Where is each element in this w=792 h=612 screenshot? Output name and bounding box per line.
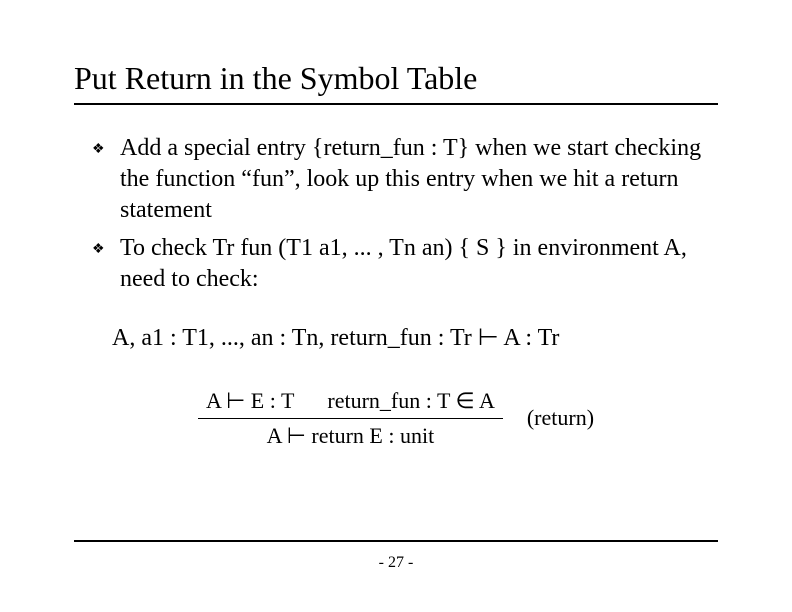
slide-title: Put Return in the Symbol Table [74, 60, 718, 105]
typing-formula: A, a1 : T1, ..., an : Tn, return_fun : T… [112, 323, 718, 352]
list-item: ❖ To check Tr fun (T1 a1, ... , Tn an) {… [92, 233, 718, 295]
inference-rule: A ⊢ E : T return_fun : T ∈ A A ⊢ return … [74, 388, 718, 449]
diamond-bullet-icon: ❖ [92, 233, 120, 265]
footer-divider [74, 540, 718, 542]
list-item: ❖ Add a special entry {return_fun : T} w… [92, 133, 718, 227]
bullet-text: To check Tr fun (T1 a1, ... , Tn an) { S… [120, 233, 718, 295]
bullet-list: ❖ Add a special entry {return_fun : T} w… [92, 133, 718, 295]
bullet-text: Add a special entry {return_fun : T} whe… [120, 133, 718, 227]
rule-divider [198, 418, 503, 419]
page-number: - 27 - [0, 554, 792, 572]
rule-conclusion: A ⊢ return E : unit [198, 421, 503, 449]
rule-premise: A ⊢ E : T return_fun : T ∈ A [198, 388, 503, 416]
diamond-bullet-icon: ❖ [92, 133, 120, 165]
rule-label: (return) [527, 405, 594, 431]
